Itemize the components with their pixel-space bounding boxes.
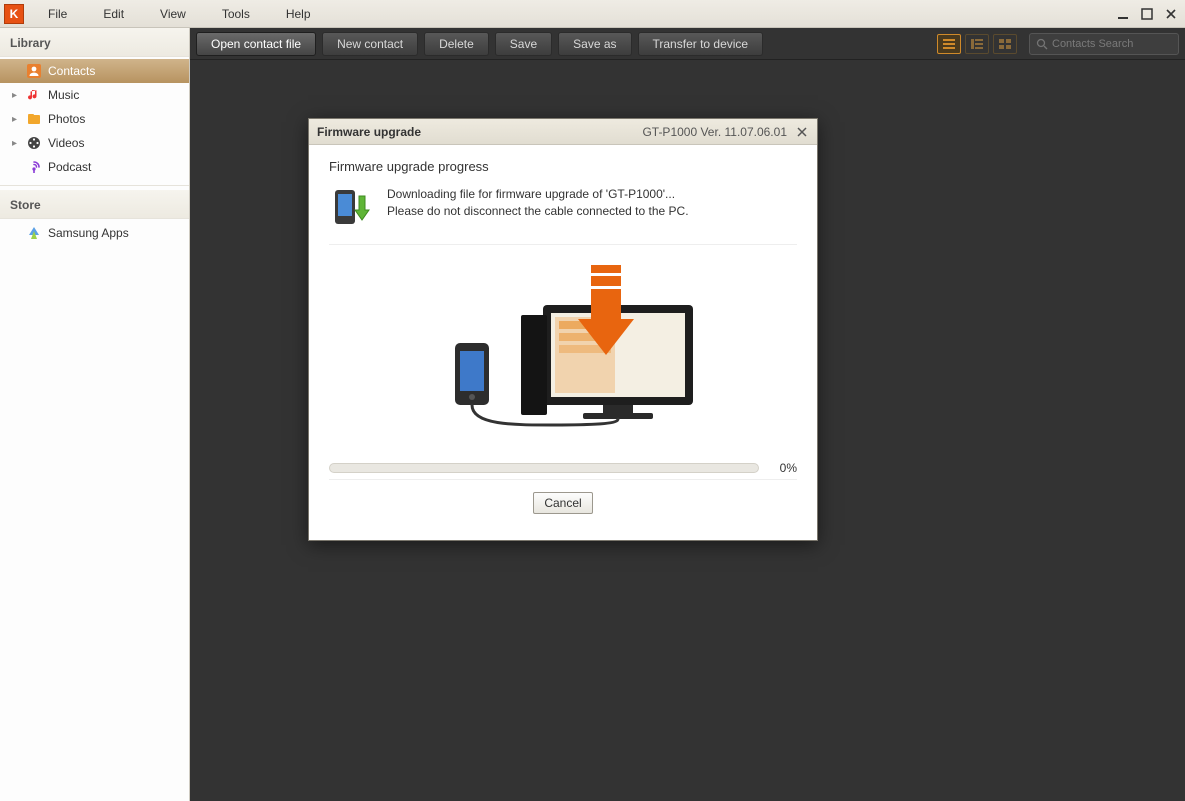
- sidebar-header-store: Store: [0, 190, 189, 219]
- view-grid-icon[interactable]: [993, 34, 1017, 54]
- connection-illustration: [329, 255, 797, 455]
- menu-help[interactable]: Help: [268, 0, 329, 27]
- download-line2: Please do not disconnect the cable conne…: [387, 203, 689, 220]
- app-icon: K: [4, 4, 24, 24]
- sidebar: Library Contacts ▸ Music ▸: [0, 28, 190, 801]
- view-detail-icon[interactable]: [965, 34, 989, 54]
- sidebar-store-list: Samsung Apps: [0, 219, 189, 247]
- sidebar-item-label: Podcast: [48, 160, 181, 174]
- contacts-search-input[interactable]: Contacts Search: [1029, 33, 1179, 55]
- menu-tools[interactable]: Tools: [204, 0, 268, 27]
- sidebar-item-photos[interactable]: ▸ Photos: [0, 107, 189, 131]
- menu-bar: K File Edit View Tools Help: [0, 0, 1185, 28]
- window-controls: [1115, 7, 1185, 21]
- dialog-version: GT-P1000 Ver. 11.07.06.01: [642, 125, 787, 139]
- maximize-button[interactable]: [1139, 7, 1155, 21]
- dialog-subtitle: Firmware upgrade progress: [329, 159, 797, 174]
- samsung-apps-icon: [26, 225, 42, 241]
- dialog-title: Firmware upgrade: [317, 125, 421, 139]
- sidebar-item-contacts[interactable]: Contacts: [0, 59, 189, 83]
- chevron-right-icon: ▸: [12, 138, 20, 149]
- menu-view[interactable]: View: [142, 0, 204, 27]
- dialog-close-button[interactable]: [795, 125, 809, 139]
- sidebar-item-label: Contacts: [48, 64, 181, 78]
- search-placeholder: Contacts Search: [1052, 38, 1133, 50]
- sidebar-item-samsung-apps[interactable]: Samsung Apps: [0, 221, 189, 245]
- save-button[interactable]: Save: [495, 32, 552, 56]
- toolbar: Open contact file New contact Delete Sav…: [190, 28, 1185, 60]
- save-as-button[interactable]: Save as: [558, 32, 631, 56]
- sidebar-item-label: Samsung Apps: [48, 226, 181, 240]
- contacts-icon: [26, 63, 42, 79]
- dialog-titlebar: Firmware upgrade GT-P1000 Ver. 11.07.06.…: [309, 119, 817, 145]
- download-text: Downloading file for firmware upgrade of…: [387, 186, 689, 221]
- menu-file[interactable]: File: [30, 0, 85, 27]
- progress-row: 0%: [329, 461, 797, 475]
- videos-icon: [26, 135, 42, 151]
- delete-button[interactable]: Delete: [424, 32, 489, 56]
- minimize-button[interactable]: [1115, 7, 1131, 21]
- firmware-upgrade-dialog: Firmware upgrade GT-P1000 Ver. 11.07.06.…: [308, 118, 818, 541]
- view-list-icon[interactable]: [937, 34, 961, 54]
- cancel-button[interactable]: Cancel: [533, 492, 592, 514]
- transfer-to-device-button[interactable]: Transfer to device: [638, 32, 764, 56]
- sidebar-item-videos[interactable]: ▸ Videos: [0, 131, 189, 155]
- open-contact-file-button[interactable]: Open contact file: [196, 32, 316, 56]
- progress-bar: [329, 463, 759, 473]
- sidebar-item-podcast[interactable]: Podcast: [0, 155, 189, 179]
- sidebar-divider: [0, 185, 189, 186]
- phone-download-icon: [329, 186, 373, 230]
- dialog-body: Firmware upgrade progress Downloading fi…: [309, 145, 817, 540]
- sidebar-item-label: Music: [48, 88, 181, 102]
- menu-edit[interactable]: Edit: [85, 0, 142, 27]
- sidebar-library-list: Contacts ▸ Music ▸ Photos ▸: [0, 57, 189, 181]
- sidebar-item-music[interactable]: ▸ Music: [0, 83, 189, 107]
- chevron-right-icon: ▸: [12, 114, 20, 125]
- chevron-right-icon: ▸: [12, 90, 20, 101]
- dialog-footer: Cancel: [329, 479, 797, 530]
- new-contact-button[interactable]: New contact: [322, 32, 418, 56]
- sidebar-item-label: Photos: [48, 112, 181, 126]
- download-line1: Downloading file for firmware upgrade of…: [387, 186, 689, 203]
- progress-percent: 0%: [769, 461, 797, 475]
- sidebar-header-library: Library: [0, 28, 189, 57]
- sidebar-item-label: Videos: [48, 136, 181, 150]
- search-icon: [1036, 38, 1048, 50]
- photos-icon: [26, 111, 42, 127]
- music-icon: [26, 87, 42, 103]
- download-info-row: Downloading file for firmware upgrade of…: [329, 186, 797, 245]
- close-button[interactable]: [1163, 7, 1179, 21]
- view-toggle-group: [937, 34, 1017, 54]
- podcast-icon: [26, 159, 42, 175]
